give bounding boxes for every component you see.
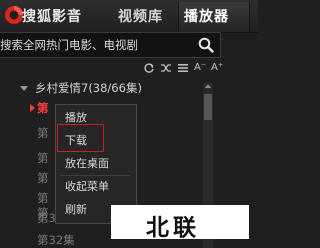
episode-item[interactable]: 第 (37, 190, 49, 206)
app-menu-dropdown-icon[interactable]: ▾ (72, 7, 77, 18)
top-bar: 搜狐影音 ▾ 视频库 播放器 (0, 0, 258, 33)
playlist-title[interactable]: 乡村爱情7(38/66集) (35, 80, 142, 96)
tab-player-label: 播放器 (184, 9, 229, 25)
episode-item[interactable]: 第 (37, 170, 49, 186)
now-playing-marker-icon (30, 104, 35, 112)
scroll-up-arrow-icon[interactable] (205, 84, 211, 88)
episode-item[interactable]: 第 (37, 150, 49, 166)
menu-item-place-on-desktop[interactable]: 放在桌面 (65, 155, 109, 171)
search-box[interactable]: 搜索全网热门电影、电视剧 (0, 32, 221, 58)
search-input[interactable]: 搜索全网热门电影、电视剧 (0, 37, 138, 53)
scroll-thumb[interactable] (204, 94, 212, 120)
episode-item[interactable]: 第 (37, 125, 49, 141)
tab-player[interactable]: 播放器 (178, 2, 250, 31)
collapse-arrow-icon[interactable] (20, 86, 28, 91)
watermark: 北联 (111, 205, 249, 241)
watermark-text: 北联 (146, 215, 200, 241)
search-icon[interactable] (198, 37, 214, 53)
tab-video-library[interactable]: 视频库 (118, 6, 163, 26)
menu-item-refresh[interactable]: 刷新 (65, 201, 87, 217)
shuffle-icon[interactable] (160, 62, 172, 74)
menu-divider (60, 175, 130, 176)
list-mode-icon[interactable] (177, 62, 189, 74)
refresh-icon[interactable] (143, 62, 155, 74)
font-decrease-icon[interactable]: A⁻ (194, 62, 206, 73)
menu-item-collapse[interactable]: 收起菜单 (65, 178, 109, 194)
download-highlight-box (57, 124, 104, 152)
font-increase-icon[interactable]: A⁺ (211, 62, 223, 73)
menu-item-play[interactable]: 播放 (65, 109, 87, 125)
episode-item[interactable]: 第32集 (37, 232, 75, 248)
episode-item[interactable]: 第 (37, 100, 49, 116)
